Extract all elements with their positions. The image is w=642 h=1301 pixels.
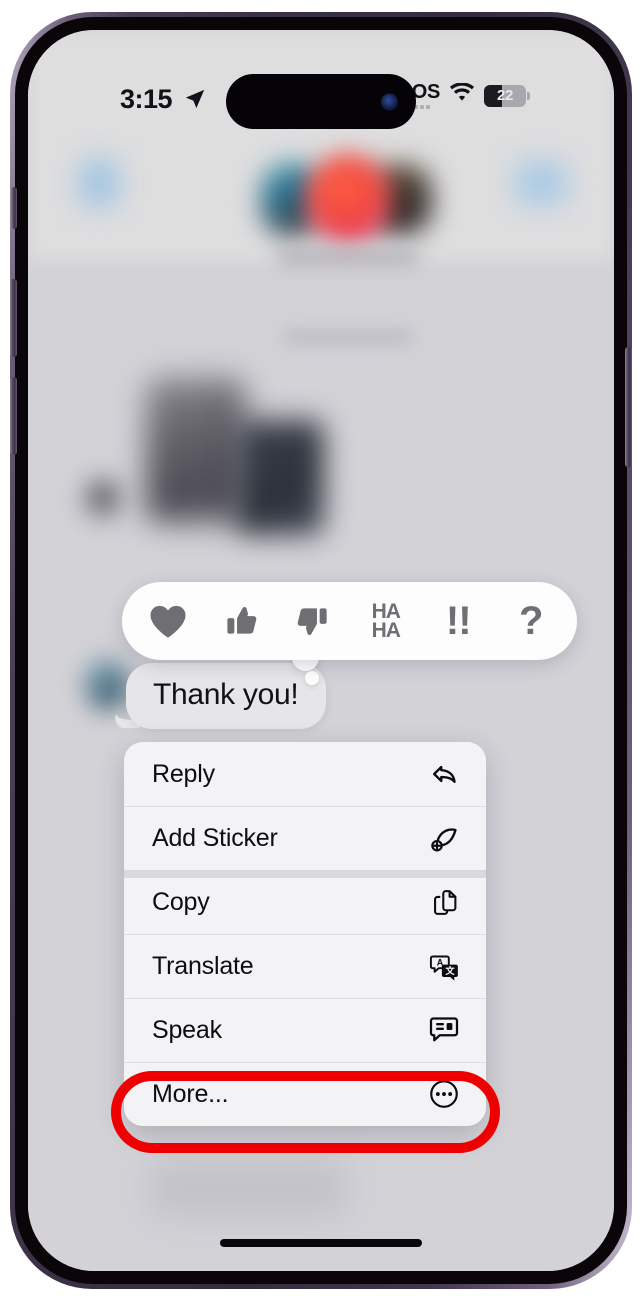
battery-percent-label: 22 [496, 87, 514, 104]
speak-bubble-icon [427, 1013, 461, 1047]
menu-item-speak[interactable]: Speak [124, 998, 486, 1062]
svg-text:文: 文 [444, 965, 455, 976]
status-indicators: SOS 22 [399, 82, 530, 109]
question-mark-icon: ? [519, 598, 543, 643]
blurred-contact-name [278, 248, 418, 266]
battery-indicator: 22 [484, 84, 530, 107]
reaction-question-button[interactable]: ? [502, 592, 560, 650]
menu-item-label: Copy [152, 887, 210, 916]
blurred-photo-attachment-2 [236, 420, 324, 535]
phone-frame: 3:15 SOS 22 HA HA !! ? Thank you! Reply … [10, 12, 632, 1289]
phone-bezel: 3:15 SOS 22 HA HA !! ? Thank you! Reply … [10, 17, 632, 1284]
volume-up-button[interactable] [10, 279, 17, 357]
menu-item-label: More... [152, 1079, 229, 1108]
double-exclamation-icon: !! [445, 598, 472, 643]
tapback-reaction-bar[interactable]: HA HA !! ? [122, 582, 577, 660]
blurred-edit-button [516, 162, 566, 204]
menu-item-label: Translate [152, 951, 254, 980]
menu-item-label: Speak [152, 1015, 222, 1044]
reaction-haha-button[interactable]: HA HA [357, 592, 415, 650]
front-camera-icon [381, 93, 398, 110]
menu-item-add-sticker[interactable]: Add Sticker [124, 806, 486, 870]
blurred-input-field [148, 1158, 348, 1218]
copy-documents-icon [427, 885, 461, 919]
phone-screen: 3:15 SOS 22 HA HA !! ? Thank you! Reply … [28, 30, 614, 1271]
blurred-back-button [80, 160, 118, 206]
reaction-exclamation-button[interactable]: !! [429, 592, 487, 650]
menu-item-more[interactable]: More... [124, 1062, 486, 1126]
reply-arrow-icon [427, 757, 461, 791]
volume-down-button[interactable] [10, 377, 17, 455]
reaction-thumbs-up-button[interactable] [212, 592, 270, 650]
add-sticker-icon [427, 821, 461, 855]
menu-item-label: Add Sticker [152, 823, 278, 852]
reaction-thumbs-down-button[interactable] [284, 592, 342, 650]
blurred-sender-avatar [86, 480, 120, 516]
ellipsis-circle-icon [427, 1077, 461, 1111]
haha-text-icon: HA HA [371, 599, 401, 642]
blurred-photo-attachment-1 [146, 378, 246, 523]
menu-item-copy[interactable]: Copy [124, 870, 486, 934]
menu-item-reply[interactable]: Reply [124, 742, 486, 806]
status-time: 3:15 [120, 84, 173, 114]
reaction-bar-tail-small [305, 671, 319, 685]
wifi-icon [449, 82, 475, 108]
power-button[interactable] [625, 347, 632, 467]
home-indicator[interactable] [220, 1239, 422, 1247]
action-button[interactable] [11, 187, 17, 229]
location-arrow-icon [184, 88, 206, 115]
menu-item-translate[interactable]: Translate A 文 [124, 934, 486, 998]
message-text: Thank you! [153, 678, 299, 711]
translate-icon: A 文 [427, 949, 461, 983]
blurred-avatar-center [306, 154, 390, 244]
message-bubble[interactable]: Thank you! [126, 663, 327, 729]
blurred-timestamp [283, 330, 413, 344]
message-context-menu: Reply Add Sticker Copy Translate A 文 Spe… [124, 742, 486, 1126]
reaction-heart-button[interactable] [139, 592, 197, 650]
dynamic-island [226, 74, 416, 129]
menu-item-label: Reply [152, 759, 215, 788]
